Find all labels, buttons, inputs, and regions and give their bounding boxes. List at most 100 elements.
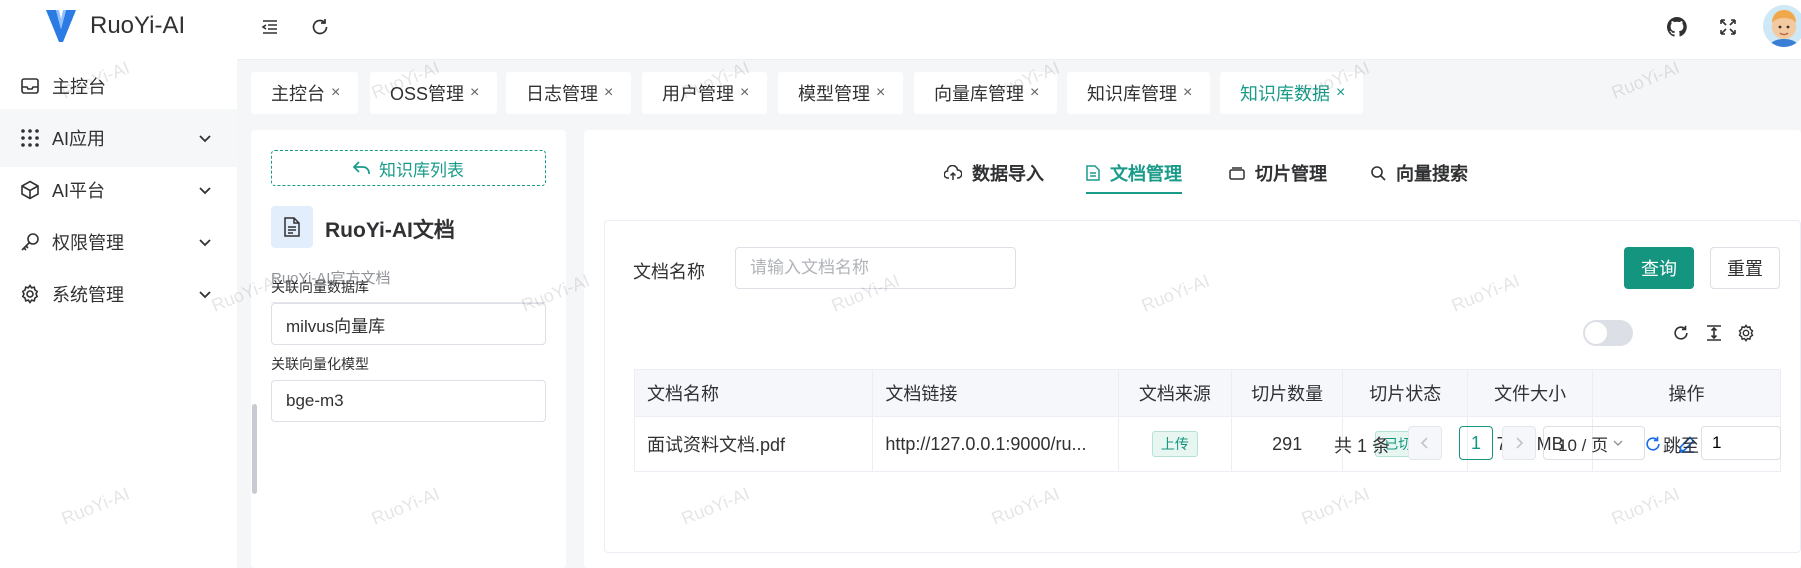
cloud-upload-icon [944,165,962,180]
tab-label: 知识库数据 [1240,84,1330,104]
knowledge-base-info-panel: 知识库列表 RuoYi-AI文档 RuoYi-AI官方文档 关联向量数据库 mi… [251,130,566,568]
tab-dashboard[interactable]: 主控台 × [251,72,359,114]
sidebar-item-system[interactable]: 系统管理 [0,265,237,323]
resync-icon[interactable] [1644,435,1662,453]
avatar[interactable] [1763,5,1801,47]
tab-label: 知识库管理 [1087,84,1177,104]
column-header[interactable]: 文档名称 [633,369,874,417]
chevron-down-icon [199,135,211,143]
jump-label: 跳至 [1663,436,1699,456]
fullscreen-icon[interactable] [1715,14,1741,40]
tab-label: 文档管理 [1110,164,1182,184]
close-icon[interactable]: × [740,84,749,102]
app-logo[interactable]: RuoYi-AI [44,6,185,46]
sidebar-item-label: 系统管理 [52,285,124,305]
vector-model-label: 关联向量化模型 [271,356,369,372]
column-height-icon[interactable] [1703,322,1725,344]
user-avatar-icon [1763,5,1801,47]
column-header: 操作 [1592,369,1781,417]
scrollbar-thumb[interactable] [252,404,257,494]
tab-models[interactable]: 模型管理 × [778,72,904,114]
tab-label: 向量库管理 [934,84,1024,104]
ruoyi-logo-icon [46,10,76,42]
gear-icon [18,282,42,306]
watermark: RuoYi-AI [1608,57,1683,103]
tab-label: 数据导入 [972,164,1044,184]
close-icon[interactable]: × [331,84,340,102]
back-button-label: 知识库列表 [379,160,464,180]
reset-button[interactable]: 重置 [1710,247,1780,289]
refresh-icon[interactable] [1670,322,1692,344]
column-header[interactable]: 切片数量 [1231,369,1344,417]
page-size-value: 10 / 页 [1558,435,1609,455]
chevron-down-icon [1613,440,1623,446]
close-icon[interactable]: × [1336,84,1345,102]
close-icon[interactable]: × [604,84,613,102]
page-size-select[interactable]: 10 / 页 [1543,426,1645,460]
tab-label: 切片管理 [1255,164,1327,184]
column-header[interactable]: 切片状态 [1342,369,1469,417]
column-header[interactable]: 文档链接 [872,369,1119,417]
tab-document-management[interactable]: 文档管理 [1086,158,1182,194]
tab-label: 主控台 [271,84,325,104]
chevron-left-icon [1420,437,1428,449]
tab-slice-management[interactable]: 切片管理 [1229,158,1327,188]
tab-oss[interactable]: OSS管理 × [370,72,498,114]
close-icon[interactable]: × [1030,84,1039,102]
tab-label: 模型管理 [798,84,870,104]
tab-knowledge-data[interactable]: 知识库数据 × [1220,72,1364,114]
page-number-button[interactable]: 1 [1459,426,1493,460]
tab-vector-search[interactable]: 向量搜索 [1370,158,1468,188]
github-icon[interactable] [1664,14,1690,40]
tab-label: 日志管理 [526,84,598,104]
search-button[interactable]: 查询 [1624,247,1694,289]
tab-users[interactable]: 用户管理 × [642,72,768,114]
collapse-sidebar-icon[interactable] [257,14,283,40]
back-to-kb-list-button[interactable]: 知识库列表 [271,150,546,186]
sidebar-item-ai-platform[interactable]: AI平台 [0,161,237,219]
doc-name-search-input[interactable] [735,247,1016,289]
top-header [237,0,1801,60]
chevron-down-icon [199,291,211,299]
vector-db-label: 关联向量数据库 [271,279,369,295]
doc-link-cell[interactable]: http://127.0.0.1:9000/ru... [872,416,1119,472]
chevron-right-icon [1516,437,1524,449]
sidebar-item-label: 主控台 [52,77,106,97]
column-header[interactable]: 文档来源 [1117,369,1233,417]
close-icon[interactable]: × [876,84,885,102]
prev-page-button[interactable] [1408,426,1442,460]
toggle-switch[interactable] [1583,320,1633,346]
dashboard-icon [18,74,42,98]
tab-vector-db[interactable]: 向量库管理 × [914,72,1058,114]
search-icon [1371,166,1386,181]
sidebar-item-label: 权限管理 [52,233,124,253]
back-arrow-icon [353,161,370,174]
sidebar-item-dashboard[interactable]: 主控台 [0,57,237,115]
tab-knowledge-base[interactable]: 知识库管理 × [1067,72,1211,114]
chevron-down-icon [199,239,211,247]
chevron-down-icon [199,187,211,195]
sidebar-item-ai-apps[interactable]: AI应用 [0,109,237,167]
table-header-row: 文档名称 文档链接 文档来源 切片数量 切片状态 文件大小 操作 [633,369,1781,417]
close-icon[interactable]: × [470,84,479,102]
refresh-icon[interactable] [307,14,333,40]
kb-title: RuoYi-AI文档 [325,219,455,242]
pagination-total: 共 1 条 [1334,436,1391,456]
tab-label: OSS管理 [390,84,465,104]
doc-source-cell: 上传 [1117,416,1233,472]
tab-data-import[interactable]: 数据导入 [944,158,1044,188]
source-tag: 上传 [1151,431,1198,457]
tab-logs[interactable]: 日志管理 × [506,72,632,114]
next-page-button[interactable] [1502,426,1536,460]
settings-icon[interactable] [1735,322,1757,344]
content-panel: 数据导入 文档管理 切片管理 向量搜索 文档名称 查询 重置 文档名称 文档链接… [584,130,1801,568]
sidebar-item-permissions[interactable]: 权限管理 [0,213,237,271]
close-icon[interactable]: × [1183,84,1192,102]
jump-page-input[interactable] [1701,426,1781,460]
doc-name-label: 文档名称 [633,262,705,282]
key-icon [18,230,42,254]
document-icon [1086,165,1100,181]
vector-model-field: bge-m3 [271,380,546,422]
document-icon [271,206,313,248]
column-header[interactable]: 文件大小 [1467,369,1594,417]
